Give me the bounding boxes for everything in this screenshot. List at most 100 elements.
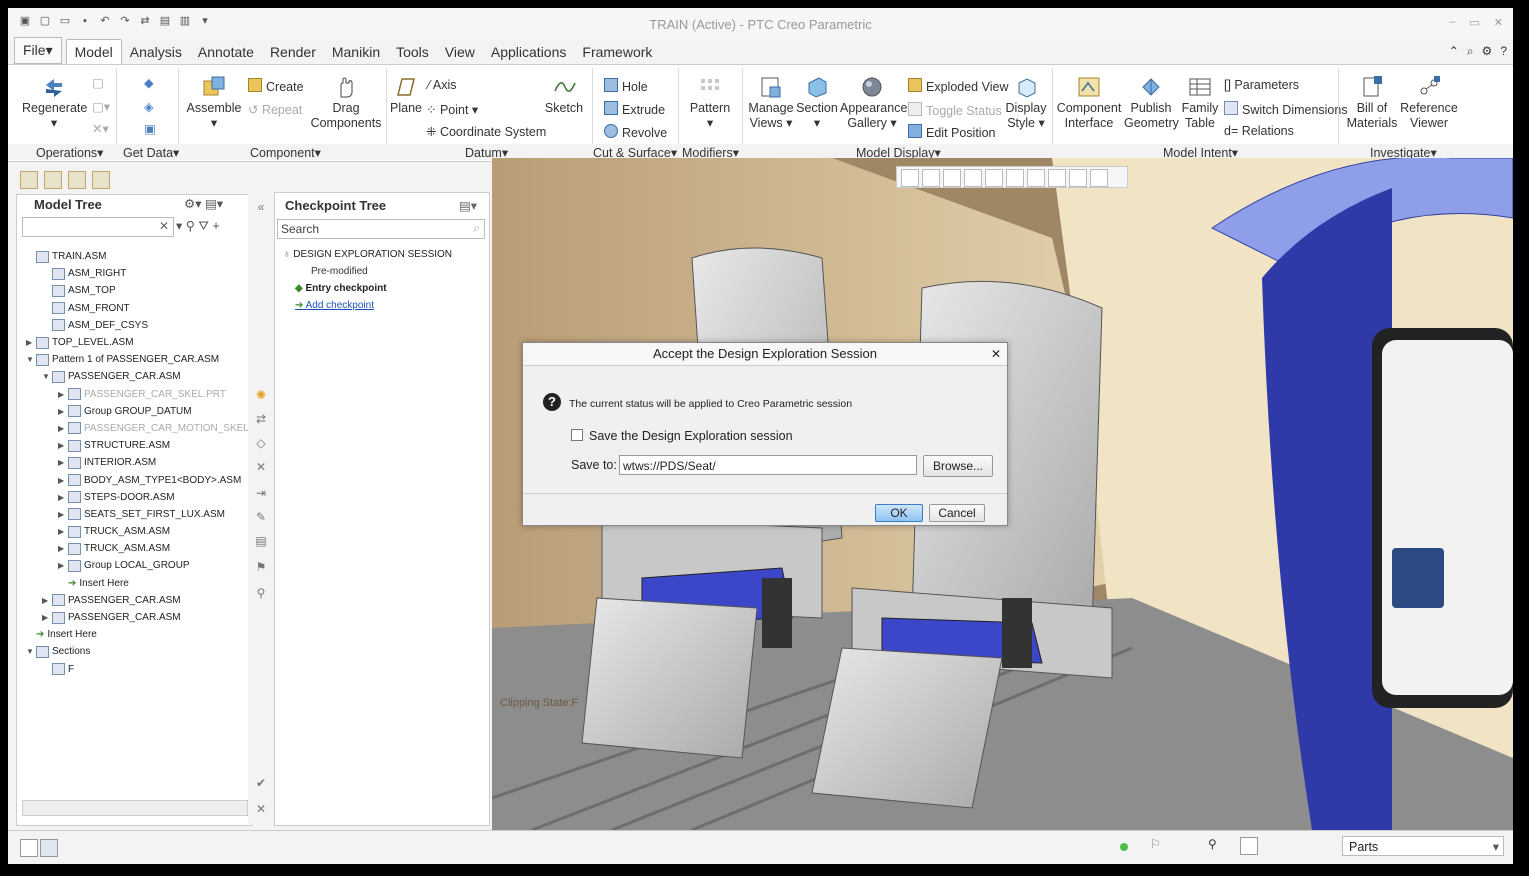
tab-tools[interactable]: Tools xyxy=(388,40,437,64)
settings-icon[interactable]: ⚙ xyxy=(1482,44,1493,59)
tree-row[interactable]: ➔ Insert Here xyxy=(26,575,249,592)
group-get-data[interactable]: Get Data▾ xyxy=(123,145,179,160)
tree-row[interactable]: ▼ Pattern 1 of PASSENGER_CAR.ASM xyxy=(26,351,249,368)
expand-icon[interactable]: ▶ xyxy=(58,557,68,574)
copy-icon[interactable]: ▢ xyxy=(92,75,104,90)
close-icon[interactable]: ✕ xyxy=(1494,16,1503,29)
pattern-button[interactable]: Pattern ▾ xyxy=(684,75,736,131)
flag-icon[interactable]: ⚐ xyxy=(1150,837,1161,851)
exploded-view-button[interactable]: Exploded View xyxy=(908,78,1008,94)
tree-row[interactable]: ▶ TRUCK_ASM.ASM xyxy=(26,540,249,557)
drag-components-button[interactable]: Drag Components xyxy=(308,75,384,131)
refresh-icon[interactable]: ⇄ xyxy=(254,412,268,426)
saved-orientations-icon[interactable] xyxy=(1006,169,1024,187)
show-navigator-icon[interactable] xyxy=(20,839,38,857)
coordinate-system-button[interactable]: ⁜ Coordinate System xyxy=(426,124,546,139)
move-icon[interactable]: ◇ xyxy=(254,436,268,450)
tree-row[interactable]: ASM_FRONT xyxy=(26,300,249,317)
tab-render[interactable]: Render xyxy=(262,40,324,64)
assemble-button[interactable]: Assemble ▾ xyxy=(184,75,244,131)
point-button[interactable]: ⁘ Point ▾ xyxy=(426,102,478,117)
favorites-tab-icon[interactable] xyxy=(68,171,86,189)
tab-applications[interactable]: Applications xyxy=(483,40,575,64)
expand-icon[interactable]: ▶ xyxy=(58,437,68,454)
view-manager-icon[interactable] xyxy=(1027,169,1045,187)
expand-icon[interactable]: ▶ xyxy=(58,454,68,471)
minimize-icon[interactable]: – xyxy=(1449,16,1455,29)
help-icon[interactable]: ? xyxy=(1500,44,1507,59)
display-style-icon[interactable] xyxy=(985,169,1003,187)
save-session-checkbox[interactable] xyxy=(571,429,583,441)
selection-buffer-icon[interactable] xyxy=(1240,837,1258,855)
tab-framework[interactable]: Framework xyxy=(574,40,660,64)
expand-icon[interactable]: ▶ xyxy=(58,386,68,403)
collapse-panel-icon[interactable]: « xyxy=(254,200,268,214)
tree-settings-icon[interactable]: ⚙▾ ▤▾ xyxy=(184,196,223,211)
repeat-button[interactable]: ↺ Repeat xyxy=(248,102,302,117)
publish-geometry-button[interactable]: Publish Geometry xyxy=(1124,75,1179,131)
switch-dimensions-button[interactable]: Switch Dimensions xyxy=(1224,101,1348,117)
entry-checkpoint-node[interactable]: ◆ Entry checkpoint xyxy=(295,283,387,294)
hole-button[interactable]: Hole xyxy=(604,78,648,94)
maximize-icon[interactable]: ▭ xyxy=(1469,16,1479,29)
folder-browser-tab-icon[interactable] xyxy=(44,171,62,189)
browse-button[interactable]: Browse... xyxy=(923,455,993,477)
tree-row[interactable]: ▶ BODY_ASM_TYPE1<BODY>.ASM xyxy=(26,471,249,488)
revolve-button[interactable]: Revolve xyxy=(604,124,667,140)
edit-icon[interactable]: ✎ xyxy=(254,510,268,524)
annotation-display-icon[interactable] xyxy=(1090,169,1108,187)
datum-display-icon[interactable] xyxy=(1069,169,1087,187)
tree-row[interactable]: ASM_TOP xyxy=(26,282,249,299)
tree-row[interactable]: ASM_RIGHT xyxy=(26,265,249,282)
copy-geometry-icon[interactable]: ◈ xyxy=(144,99,154,114)
edit-position-button[interactable]: Edit Position xyxy=(908,124,995,140)
repaint-icon[interactable] xyxy=(964,169,982,187)
collapse-icon[interactable]: ▼ xyxy=(26,643,36,660)
tree-row[interactable]: ▶ INTERIOR.ASM xyxy=(26,454,249,471)
compare-icon[interactable]: ⇥ xyxy=(254,486,268,500)
cancel-button[interactable]: Cancel xyxy=(929,504,985,522)
user-defined-feature-icon[interactable]: ◆ xyxy=(144,75,154,90)
plane-button[interactable]: Plane xyxy=(390,75,422,116)
refit-icon[interactable] xyxy=(901,169,919,187)
extrude-button[interactable]: Extrude xyxy=(604,101,665,117)
save-to-input[interactable]: wtws://PDS/Seat/ xyxy=(619,455,917,475)
tab-view[interactable]: View xyxy=(437,40,483,64)
collapse-ribbon-icon[interactable]: ⌃ xyxy=(1449,44,1459,59)
display-style-button[interactable]: Display Style ▾ xyxy=(1004,75,1048,131)
tree-filter-icons[interactable]: ▾ ⚲ ⛛ + xyxy=(176,218,220,234)
add-checkpoint-link[interactable]: ➔ Add checkpoint xyxy=(295,300,374,311)
zoom-in-icon[interactable] xyxy=(922,169,940,187)
search-icon[interactable]: ⌕ xyxy=(1467,44,1474,59)
close-panel-icon[interactable]: ✕ xyxy=(254,802,268,816)
pre-modified-node[interactable]: Pre-modified xyxy=(311,266,368,277)
tab-model[interactable]: Model xyxy=(65,39,122,64)
model-tree-tab-icon[interactable] xyxy=(20,171,38,189)
tree-row[interactable]: ▶ STRUCTURE.ASM xyxy=(26,437,249,454)
perspective-icon[interactable] xyxy=(1048,169,1066,187)
collapse-icon[interactable]: ▼ xyxy=(42,368,52,385)
regenerate-button[interactable]: Regenerate ▾ xyxy=(22,75,87,131)
reference-viewer-button[interactable]: Reference Viewer xyxy=(1398,75,1460,131)
expand-icon[interactable]: ▶ xyxy=(58,472,68,489)
checkpoint-settings-icon[interactable]: ▤▾ xyxy=(459,198,477,213)
tab-file[interactable]: File▾ xyxy=(14,37,62,64)
paste-icon[interactable]: ▢▾ xyxy=(92,99,110,114)
notes-icon[interactable]: ▤ xyxy=(254,534,268,548)
expand-icon[interactable]: ▶ xyxy=(58,403,68,420)
tree-row[interactable]: ▶ STEPS-DOOR.ASM xyxy=(26,489,249,506)
tree-row[interactable]: ▶ Group GROUP_DATUM xyxy=(26,403,249,420)
tree-row[interactable]: ▶ Group LOCAL_GROUP xyxy=(26,557,249,574)
expand-icon[interactable]: ▶ xyxy=(26,334,36,351)
horizontal-scrollbar[interactable] xyxy=(22,800,248,816)
sketch-button[interactable]: Sketch xyxy=(540,75,588,116)
component-interface-button[interactable]: Component Interface xyxy=(1056,75,1122,131)
expand-icon[interactable]: ▶ xyxy=(42,592,52,609)
shrinkwrap-icon[interactable]: ▣ xyxy=(144,121,156,136)
group-operations[interactable]: Operations▾ xyxy=(36,145,103,160)
session-icon[interactable]: ✺ xyxy=(254,388,268,402)
save-session-option[interactable]: Save the Design Exploration session xyxy=(571,429,793,443)
tree-row[interactable]: TRAIN.ASM xyxy=(26,248,249,265)
parameters-button[interactable]: [] Parameters xyxy=(1224,78,1299,92)
tab-manikin[interactable]: Manikin xyxy=(324,40,388,64)
